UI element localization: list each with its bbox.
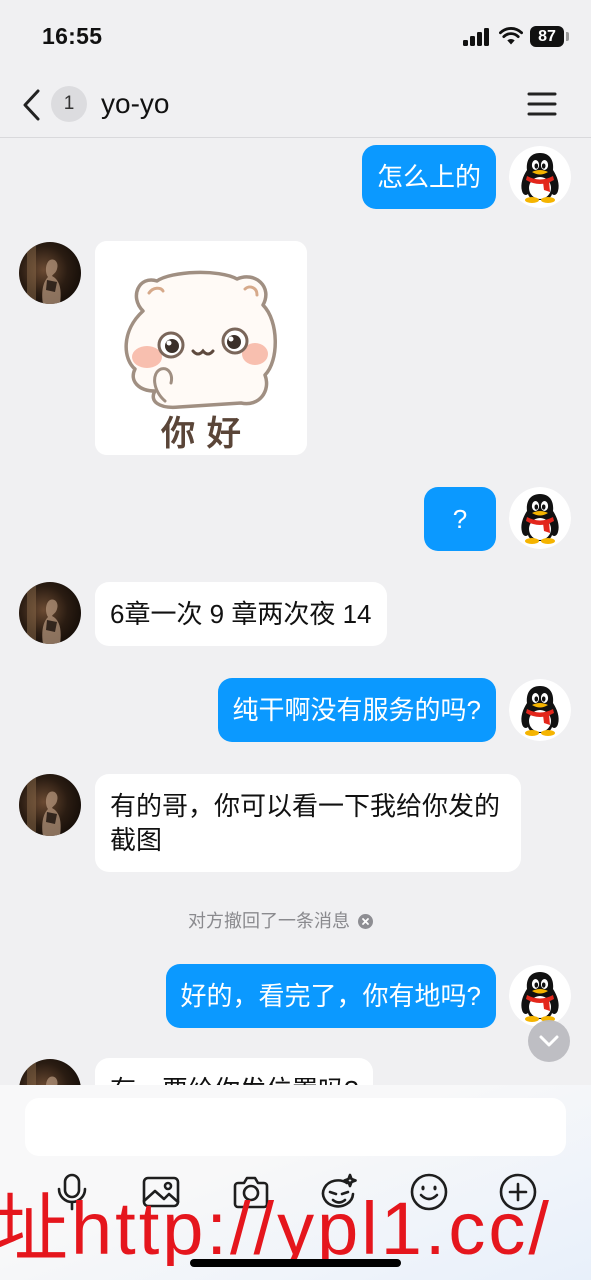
outgoing-message-bubble[interactable]: 怎么上的 [361,145,496,209]
close-circle-icon[interactable] [358,913,373,929]
contact-photo-avatar[interactable] [19,774,81,836]
contact-photo-avatar[interactable] [19,1059,81,1085]
watermark-text: 址http://ypl1.cc/ [0,1192,552,1266]
battery-nub [566,32,569,41]
chevron-down-icon[interactable] [528,1020,570,1062]
contact-photo-avatar[interactable] [19,582,81,644]
back-button[interactable]: 1 [18,84,92,124]
qq-penguin-avatar[interactable] [509,487,571,549]
qq-penguin-avatar[interactable] [509,146,571,208]
incoming-message-bubble[interactable]: 有，要给你发位置吗? [95,1058,374,1085]
wifi-icon [499,27,523,45]
sticker-message[interactable]: 你 好 [95,241,307,455]
incoming-message-bubble[interactable]: 有的哥，你可以看一下我给你发的截图 [95,774,521,872]
status-time: 16:55 [42,23,103,49]
scroll-to-bottom-button[interactable] [528,1020,570,1062]
recalled-notice-text: 对方撤回了一条消息 [188,911,350,931]
battery-icon: 87 [530,26,564,47]
outgoing-message-bubble[interactable]: 好的，看完了，你有地吗? [165,964,496,1028]
bear-sticker-image: 你 好 [95,241,307,455]
signal-icon [463,28,489,46]
hamburger-menu-icon[interactable] [526,90,558,118]
recalled-message-notice: 对方撤回了一条消息 [188,909,373,933]
message-list[interactable]: 怎么上的 你 好 ? 6章一次 9 章两次夜 14 纯干啊没有服务的吗? 有的哥… [0,138,591,1085]
status-bar: 16:55 87 [0,0,591,70]
unread-count-badge[interactable]: 1 [51,86,87,122]
chat-title: yo-yo [101,88,170,119]
qq-penguin-avatar[interactable] [509,679,571,741]
qq-penguin-avatar[interactable] [509,965,571,1027]
home-indicator[interactable] [190,1259,401,1267]
contact-photo-avatar[interactable] [19,242,81,304]
outgoing-message-bubble[interactable]: 纯干啊没有服务的吗? [217,678,496,742]
message-input[interactable] [25,1098,566,1156]
chevron-left-icon[interactable] [20,88,44,122]
chat-header: 1 yo-yo [0,70,591,138]
incoming-message-bubble[interactable]: 6章一次 9 章两次夜 14 [95,582,387,646]
outgoing-message-bubble[interactable]: ? [424,487,496,551]
sticker-caption: 你 好 [160,414,241,454]
